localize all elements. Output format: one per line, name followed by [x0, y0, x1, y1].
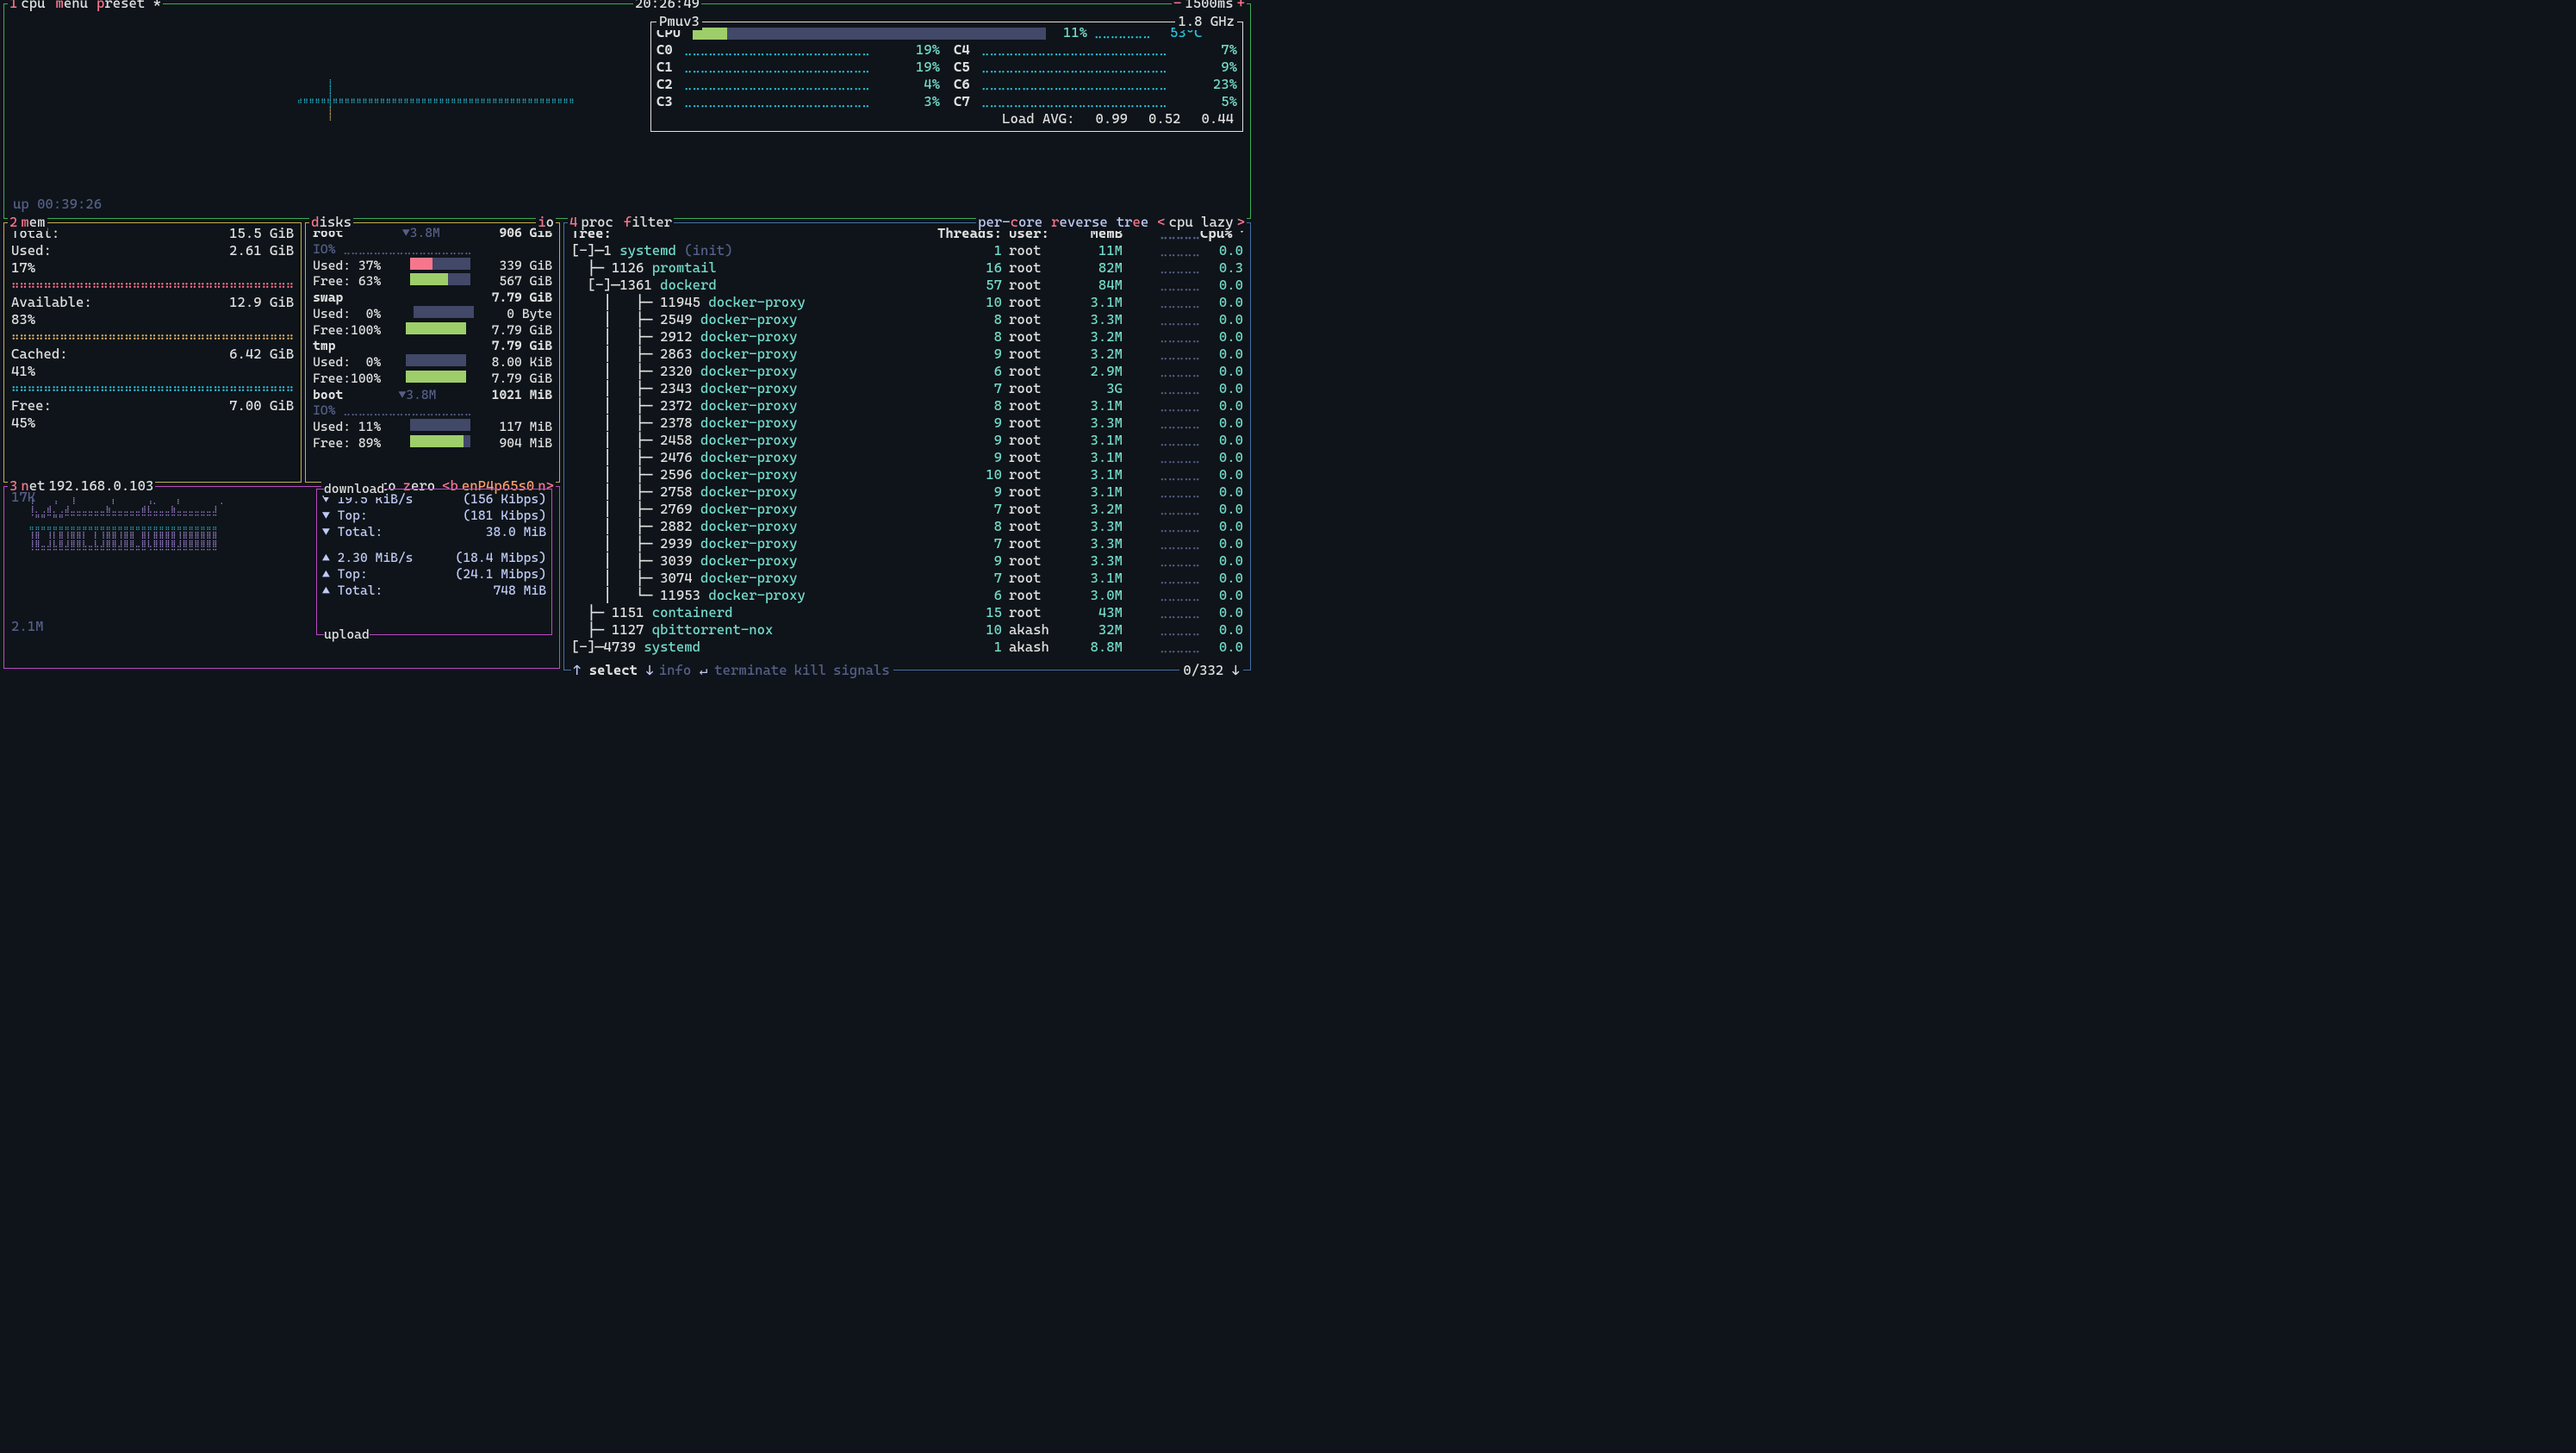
proc-panel: 4 proc filter per-core reverse tree < cp… [563, 222, 1251, 670]
dl-top: ▼ Top: [322, 508, 368, 524]
proc-row[interactable]: │ ├─ 2343 docker-proxy 7 root 3G ⣀⣀⣀⣀⣀ 0… [571, 380, 1243, 397]
footer-kill[interactable]: kill [791, 662, 831, 679]
disk-volume: swap7.79 GiB [313, 290, 552, 306]
proc-row[interactable]: │ ├─ 2458 docker-proxy 9 root 3.1M ⣀⣀⣀⣀⣀… [571, 432, 1243, 449]
disk-volume: tmp7.79 GiB [313, 338, 552, 354]
proc-row[interactable]: │ ├─ 2863 docker-proxy 9 root 3.2M ⣀⣀⣀⣀⣀… [571, 346, 1243, 363]
proc-row[interactable]: │ ├─ 2758 docker-proxy 9 root 3.1M ⣀⣀⣀⣀⣀… [571, 483, 1243, 501]
core-C0: C0⣀⣀⣀⣀⣀⣀⣀⣀⣀⣀⣀⣀⣀⣀⣀⣀⣀⣀⣀⣀⣀⣀⣀19% [656, 41, 940, 59]
interval: 1500ms [1183, 0, 1235, 12]
preset-button[interactable]: reset * [104, 0, 161, 11]
dl-total-val: 38.0 MiB [486, 524, 546, 540]
proc-row[interactable]: ├─ 1151 containerd 15 root 43M ⣀⣀⣀⣀⣀ 0.0 [571, 604, 1243, 621]
dl-top-val: (181 Kibps) [463, 508, 546, 524]
dl-total: ▼ Total: [322, 524, 383, 540]
net-ymax: 17K [11, 489, 35, 506]
footer-signals[interactable]: signals [830, 662, 893, 679]
mem-panel-num: 2 [8, 214, 19, 231]
loadavg-label: Load AVG: [1002, 110, 1074, 128]
core-C6: C6⣀⣀⣀⣀⣀⣀⣀⣀⣀⣀⣀⣀⣀⣀⣀⣀⣀⣀⣀⣀⣀⣀⣀23% [954, 76, 1237, 93]
proc-row[interactable]: │ ├─ 11945 docker-proxy 10 root 3.1M ⣀⣀⣀… [571, 294, 1243, 311]
disk-volume: boot▼3.8M1021 MiB [313, 387, 552, 403]
cpu-cores-box: Pmuv3 1.8 GHz CPU 11% ⣀⣀⣀⣀⣀⣀⣀ 53°C C0⣀⣀⣀… [650, 22, 1243, 132]
disks-panel: disks io root▼3.8M906 GiBIO% ⣀⣀⣀⣀⣀⣀⣀⣀⣀⣀⣀… [305, 222, 560, 483]
core-C5: C5⣀⣀⣀⣀⣀⣀⣀⣀⣀⣀⣀⣀⣀⣀⣀⣀⣀⣀⣀⣀⣀⣀⣀9% [954, 59, 1237, 76]
proc-row[interactable]: [-]─1361 dockerd 57 root 84M ⣀⣀⣀⣀⣀ 0.0 [571, 277, 1243, 294]
proc-row[interactable]: │ ├─ 2596 docker-proxy 10 root 3.1M ⣀⣀⣀⣀… [571, 466, 1243, 483]
net-ymin: 2.1M [11, 618, 44, 635]
core-C1: C1⣀⣀⣀⣀⣀⣀⣀⣀⣀⣀⣀⣀⣀⣀⣀⣀⣀⣀⣀⣀⣀⣀⣀19% [656, 59, 940, 76]
mem-row: Free:7.00 GiB [11, 397, 294, 415]
sort-right[interactable]: > [1235, 214, 1247, 231]
proc-row[interactable]: │ ├─ 2912 docker-proxy 8 root 3.2M ⣀⣀⣀⣀⣀… [571, 328, 1243, 346]
proc-row[interactable]: │ ├─ 2378 docker-proxy 9 root 3.3M ⣀⣀⣀⣀⣀… [571, 415, 1243, 432]
proc-row[interactable]: │ ├─ 3039 docker-proxy 9 root 3.3M ⣀⣀⣀⣀⣀… [571, 552, 1243, 570]
core-C2: C2⣀⣀⣀⣀⣀⣀⣀⣀⣀⣀⣀⣀⣀⣀⣀⣀⣀⣀⣀⣀⣀⣀⣀4% [656, 76, 940, 93]
ul-top-val: (24.1 Mibps) [456, 566, 546, 583]
loadavg-5: 0.52 [1148, 110, 1181, 128]
ul-total-val: 748 MiB [493, 583, 546, 599]
ul-top: ▲ Top: [322, 566, 368, 583]
cpu-freq: 1.8 GHz [1175, 13, 1237, 30]
proc-row[interactable]: │ ├─ 2939 docker-proxy 7 root 3.3M ⣀⣀⣀⣀⣀… [571, 535, 1243, 552]
dl-label: download [324, 481, 384, 497]
menu-button[interactable]: enu [64, 0, 88, 11]
ul-total: ▲ Total: [322, 583, 383, 599]
cpu-panel: 1 cpu menu preset * 20:26:49 - 1500ms + … [3, 3, 1251, 219]
loadavg-1: 0.99 [1096, 110, 1129, 128]
interval-minus[interactable]: - [1172, 0, 1183, 12]
proc-row[interactable]: │ └─ 11953 docker-proxy 6 root 3.0M ⣀⣀⣀⣀… [571, 587, 1243, 604]
proc-row[interactable]: [-]─4739 systemd 1 akash 8.8M ⣀⣀⣀⣀⣀ 0.0 [571, 639, 1243, 656]
net-panel: 3 net 192.168.0.103 sync auto zero <b en… [3, 486, 560, 669]
core-C4: C4⣀⣀⣀⣀⣀⣀⣀⣀⣀⣀⣀⣀⣀⣀⣀⣀⣀⣀⣀⣀⣀⣀⣀7% [954, 41, 1237, 59]
loadavg-15: 0.44 [1202, 110, 1235, 128]
cpu-graph: ⠀⠀⠀⠀⠀⢸ ⠀⠀⠀⠀⠀⢸ ⢀⣀⣀⣀⣀⣸⣀⣀⣀⣀⣀⣀⣀⣀⣀⣀⣀⣀⣀⣀⣀⣀⣀⣀⣀⣀… [297, 73, 575, 128]
core-C7: C7⣀⣀⣀⣀⣀⣀⣀⣀⣀⣀⣀⣀⣀⣀⣀⣀⣀⣀⣀⣀⣀⣀⣀5% [954, 93, 1237, 110]
proc-row[interactable]: ├─ 1127 qbittorrent-nox 10 akash 32M ⣀⣀⣀… [571, 621, 1243, 639]
interval-plus[interactable]: + [1235, 0, 1247, 12]
proc-row[interactable]: │ ├─ 3074 docker-proxy 7 root 3.1M ⣀⣀⣀⣀⣀… [571, 570, 1243, 587]
proc-row[interactable]: │ ├─ 2320 docker-proxy 6 root 2.9M ⣀⣀⣀⣀⣀… [571, 363, 1243, 380]
cpu-model: Pmuv3 [656, 13, 702, 30]
footer-info[interactable]: info [659, 662, 692, 678]
dl-bits: (156 Kibps) [463, 491, 546, 508]
proc-row[interactable]: │ ├─ 2372 docker-proxy 8 root 3.1M ⣀⣀⣀⣀⣀… [571, 397, 1243, 415]
ul-bits: (18.4 Mibps) [456, 550, 546, 566]
mem-row: Used:2.61 GiB [11, 242, 294, 259]
sort-mode[interactable]: cpu lazy [1167, 214, 1235, 231]
ul-rate: ▲ 2.30 MiB/s [322, 550, 413, 566]
proc-row[interactable]: [-]─1 systemd (init) 1 root 11M ⣀⣀⣀⣀⣀ 0.… [571, 242, 1243, 259]
cpu-title[interactable]: cpu [19, 0, 47, 12]
mem-panel: 2 mem Total:15.5 GiBUsed:2.61 GiB 17%⠶⠶⠶… [3, 222, 302, 483]
core-C3: C3⣀⣀⣀⣀⣀⣀⣀⣀⣀⣀⣀⣀⣀⣀⣀⣀⣀⣀⣀⣀⣀⣀⣀3% [656, 93, 940, 110]
mem-row: Available:12.9 GiB [11, 294, 294, 311]
proc-row[interactable]: │ ├─ 2882 docker-proxy 8 root 3.3M ⣀⣀⣀⣀⣀… [571, 518, 1243, 535]
sort-left[interactable]: < [1155, 214, 1167, 231]
cpu-panel-num: 1 [8, 0, 19, 12]
proc-row[interactable]: ├─ 1126 promtail 16 root 82M ⣀⣀⣀⣀⣀ 0.3 [571, 259, 1243, 277]
proc-panel-num: 4 [568, 214, 579, 231]
footer-pos: 0/332 [1183, 662, 1223, 678]
clock: 20:26:49 [633, 0, 701, 12]
footer-select[interactable]: select [589, 662, 638, 678]
uptime: up 00:39:26 [13, 196, 102, 213]
proc-row[interactable]: │ ├─ 2769 docker-proxy 7 root 3.2M ⣀⣀⣀⣀⣀… [571, 501, 1243, 518]
proc-row[interactable]: │ ├─ 2549 docker-proxy 8 root 3.3M ⣀⣀⣀⣀⣀… [571, 311, 1243, 328]
footer-terminate[interactable]: terminate [711, 662, 790, 679]
proc-title: proc [579, 214, 615, 231]
net-graph: ⢸ ⠀⠀⢠⠀⠀⢸⠀⠀⠀⠀⠀⠀⡆⠀⠀⠀⠀⠀⢠⡀⠀⠀⠀⡆⠀⠀⠀⠀⠀⠀⢀ ⢸⡀⢀⣾⡀⢀… [11, 489, 311, 635]
ul-label: upload [324, 627, 370, 643]
mem-row: Cached:6.42 GiB [11, 346, 294, 363]
proc-row[interactable]: │ ├─ 2476 docker-proxy 9 root 3.1M ⣀⣀⣀⣀⣀… [571, 449, 1243, 466]
